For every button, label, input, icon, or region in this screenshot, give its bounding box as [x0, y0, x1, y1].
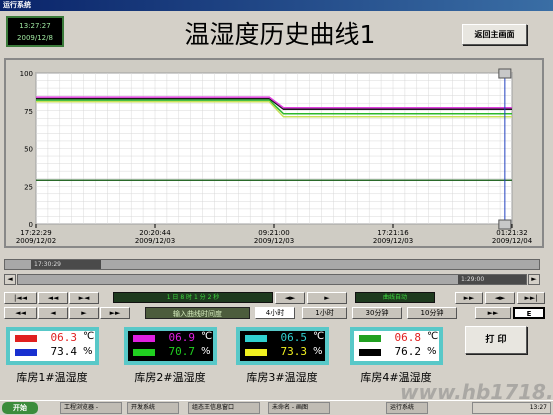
y-tick-label: 100: [20, 70, 33, 78]
x-tick-time: 17:22:29: [20, 229, 51, 237]
top-time-scrollbar[interactable]: 17:30:29: [4, 259, 540, 270]
temp-value: 06.3: [50, 331, 78, 344]
hum-value: 76.2: [394, 345, 422, 358]
history-trend-chart: 100755025017:22:292009/12/0220:20:442009…: [16, 68, 533, 245]
forward-8h-button[interactable]: ►: [69, 307, 99, 319]
jump-end-button[interactable]: ►►|: [517, 292, 545, 304]
window-titlebar: 运行系统: [0, 0, 553, 11]
temp-value: 06.9: [168, 331, 196, 344]
x-tick-time: 09:21:00: [258, 229, 289, 237]
x-tick-time: 01:21:32: [496, 229, 527, 237]
hum-swatch: [133, 349, 155, 356]
digital-clock: 13:27:27 2009/12/8: [6, 16, 64, 47]
taskbar-item[interactable]: 未命名 - 画图: [268, 402, 330, 414]
hum-unit: %: [201, 346, 211, 357]
y-tick-label: 50: [24, 146, 33, 154]
sensor-panel-1: 06.3 ℃ 73.4 %: [6, 327, 99, 365]
auto-update-button[interactable]: 曲线自动: [355, 292, 435, 303]
x-tick-date: 2009/12/04: [492, 237, 533, 245]
fast-back-button[interactable]: ◄◄: [38, 292, 68, 304]
page-forward-button[interactable]: ►►: [475, 307, 511, 319]
sensor-panel-2: 06.9 ℃ 70.7 %: [124, 327, 217, 365]
temp-swatch: [359, 335, 381, 342]
print-button[interactable]: 打 印: [465, 326, 527, 354]
sensor-panel-4: 06.8 ℃ 76.2 %: [350, 327, 443, 365]
taskbar-item[interactable]: 组态王信息窗口: [188, 402, 260, 414]
temp-swatch: [133, 335, 155, 342]
temp-unit: ℃: [313, 331, 325, 342]
hum-unit: %: [313, 346, 323, 357]
temp-swatch: [15, 335, 37, 342]
step-forward-button[interactable]: ►: [307, 292, 347, 304]
hum-swatch: [359, 349, 381, 356]
forward-24h-button[interactable]: ►►: [100, 307, 130, 319]
sensor-label-2: 库房2#温湿度: [134, 371, 206, 384]
range-4h-button[interactable]: 4小时: [255, 307, 295, 319]
hum-swatch: [15, 349, 37, 356]
range-1h-button[interactable]: 1小时: [302, 307, 347, 319]
exit-button[interactable]: E: [513, 307, 545, 319]
x-tick-date: 2009/12/02: [16, 237, 56, 245]
zoom-out-button[interactable]: ◄►: [485, 292, 515, 304]
bottom-scroll-thumb[interactable]: 1:29:00: [458, 275, 526, 284]
bottom-time-scrollbar[interactable]: 1:29:00: [17, 274, 527, 285]
temp-swatch: [245, 335, 267, 342]
x-tick-time: 20:20:44: [139, 229, 171, 237]
window-title: 运行系统: [3, 1, 31, 9]
y-tick-label: 75: [24, 108, 33, 116]
hum-swatch: [245, 349, 267, 356]
sensor-label-1: 库房1#温湿度: [16, 371, 88, 384]
return-home-button[interactable]: 返回主画面: [462, 24, 527, 45]
tray-clock: 13:27: [529, 404, 547, 411]
x-tick-date: 2009/12/03: [135, 237, 175, 245]
back-24h-button[interactable]: ◄◄: [4, 307, 37, 319]
time-span-display: 1 日 8 时 1 分 2 秒: [113, 292, 273, 303]
range-10m-button[interactable]: 10分钟: [407, 307, 457, 319]
x-tick-time: 17:21:16: [377, 229, 409, 237]
hum-value: 73.4: [50, 345, 78, 358]
back-8h-button[interactable]: ◄: [38, 307, 68, 319]
start-button[interactable]: 开始: [2, 402, 38, 414]
range-30m-button[interactable]: 30分钟: [352, 307, 402, 319]
jump-start-button[interactable]: |◄◄: [4, 292, 37, 304]
y-tick-label: 0: [29, 221, 33, 229]
cursor-bottom-handle: [498, 219, 512, 230]
sensor-panel-3: 06.5 ℃ 73.3 %: [236, 327, 329, 365]
temp-value: 06.8: [394, 331, 422, 344]
temp-unit: ℃: [201, 331, 213, 342]
hum-value: 70.7: [168, 345, 196, 358]
taskbar-item[interactable]: 开发系统: [127, 402, 179, 414]
hum-unit: %: [83, 346, 93, 357]
hum-value: 73.3: [280, 345, 308, 358]
temp-unit: ℃: [83, 331, 95, 342]
step-back-button[interactable]: ◄►: [275, 292, 305, 304]
taskbar-item[interactable]: 工程浏览器 -: [60, 402, 122, 414]
taskbar-item[interactable]: 运行系统: [386, 402, 428, 414]
fast-forward-button[interactable]: ►►: [455, 292, 483, 304]
scroll-left-button[interactable]: ◄: [4, 274, 16, 285]
zoom-in-button[interactable]: ►◄: [69, 292, 99, 304]
temp-unit: ℃: [427, 331, 439, 342]
scroll-right-button[interactable]: ►: [528, 274, 540, 285]
page-title: 温湿度历史曲线1: [184, 20, 376, 49]
hum-unit: %: [427, 346, 437, 357]
temp-value: 06.5: [280, 331, 308, 344]
system-tray: 13:27: [472, 402, 551, 414]
clock-time: 13:27:27: [19, 22, 51, 30]
x-tick-date: 2009/12/03: [254, 237, 294, 245]
time-range-label: 输入曲线时间度: [145, 307, 250, 319]
clock-date: 2009/12/8: [17, 34, 53, 42]
x-tick-date: 2009/12/03: [373, 237, 413, 245]
sensor-label-3: 库房3#温湿度: [246, 371, 318, 384]
top-scroll-thumb[interactable]: 17:30:29: [31, 260, 101, 269]
cursor-top-handle: [498, 68, 512, 79]
y-tick-label: 25: [24, 183, 33, 191]
